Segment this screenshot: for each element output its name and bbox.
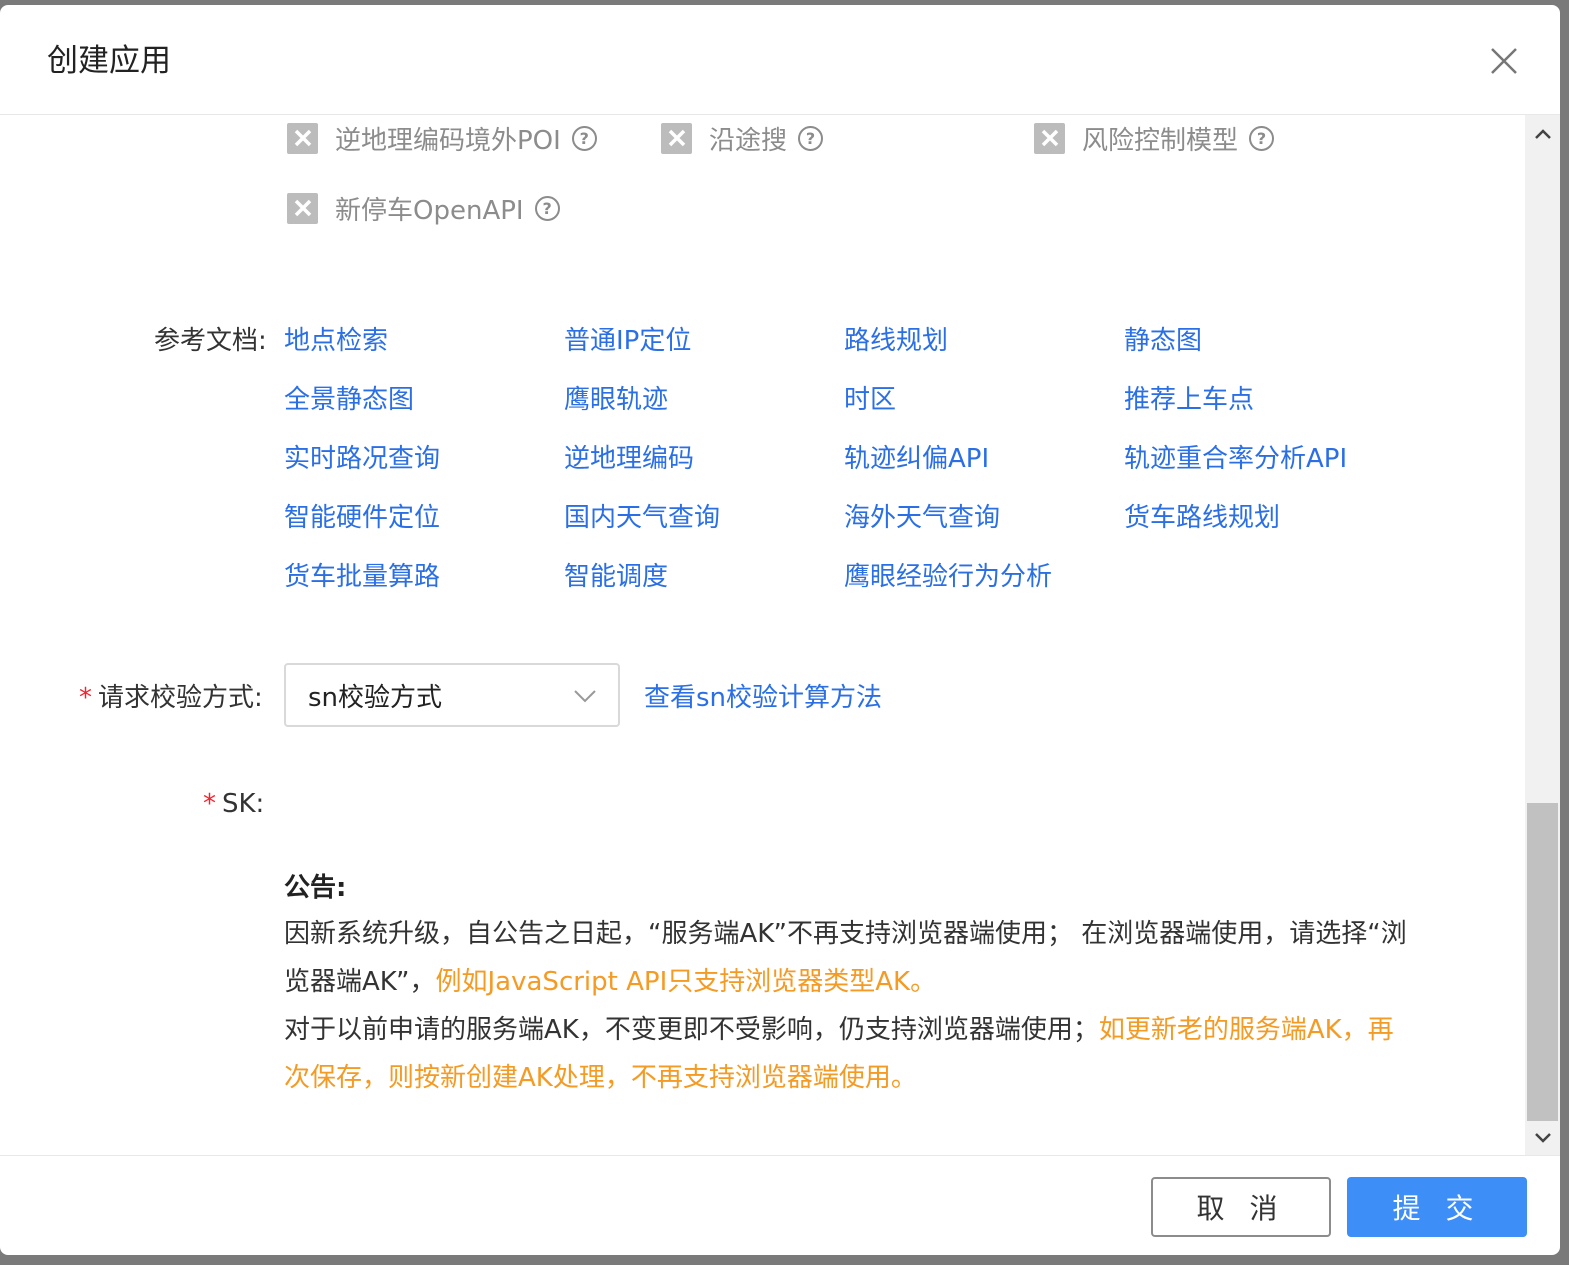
disabled-checkbox-icon [287,192,318,224]
doc-link[interactable]: 货车批量算路 [284,556,440,593]
doc-link[interactable]: 路线规划 [844,320,948,357]
doc-link[interactable]: 轨迹纠偏API [844,438,989,475]
chevron-down-icon [572,683,598,713]
notice-title: 公告: [284,873,347,903]
doc-link[interactable]: 全景静态图 [284,379,414,416]
doc-link[interactable]: 普通IP定位 [564,320,691,357]
doc-link[interactable]: 地点检索 [284,320,388,357]
service-checkbox: 风险控制模型 ? [1034,121,1275,156]
disabled-checkbox-icon [1034,122,1065,154]
doc-link[interactable]: 鹰眼经验行为分析 [844,556,1052,593]
verify-method-label: * 请求校验方式: [79,677,263,714]
service-label: 风险控制模型 [1082,125,1239,156]
service-checkbox: 新停车OpenAPI ? [287,191,560,226]
help-icon[interactable]: ? [534,195,560,221]
dialog-title: 创建应用 [47,43,171,79]
close-icon[interactable] [1486,43,1522,79]
cancel-button[interactable]: 取 消 [1151,1177,1331,1237]
service-label: 逆地理编码境外POI [335,125,561,156]
doc-link[interactable]: 静态图 [1124,320,1202,357]
dialog-header: 创建应用 [0,5,1560,115]
doc-link[interactable]: 时区 [844,379,896,416]
doc-link[interactable]: 国内天气查询 [564,497,720,534]
doc-link[interactable]: 轨迹重合率分析API [1124,438,1347,475]
disabled-checkbox-icon [661,122,692,154]
verify-method-value: sn校验方式 [308,682,443,713]
doc-link[interactable]: 鹰眼轨迹 [564,379,668,416]
notice-p2: 对于以前申请的服务端AK，不变更即不受影响，仍支持浏览器端使用； [284,1015,1099,1045]
doc-link[interactable]: 智能硬件定位 [284,497,440,534]
service-label: 新停车OpenAPI [335,195,524,226]
doc-link[interactable]: 货车路线规划 [1124,497,1280,534]
scroll-up-icon[interactable] [1525,119,1560,149]
dialog-body: 逆地理编码境外POI ? 沿途搜 ? 风险控制模型 ? 新停车OpenAPI ?… [0,115,1525,1155]
notice-p1-highlight: 例如JavaScript API只支持浏览器类型AK。 [435,967,937,997]
scrollbar[interactable] [1525,115,1560,1155]
sk-label-text: SK: [222,789,265,819]
sk-label: * SK: [203,789,264,819]
notice-content: 因新系统升级，自公告之日起，“服务端AK”不再支持浏览器端使用； 在浏览器端使用… [284,910,1409,1102]
required-mark: * [203,789,216,819]
sn-method-link[interactable]: 查看sn校验计算方法 [644,677,882,714]
service-label: 沿途搜 [709,125,788,156]
docs-label: 参考文档: [154,326,267,356]
service-checkbox: 逆地理编码境外POI ? [287,121,597,156]
required-mark: * [79,683,92,713]
dialog-footer: 取 消 提 交 [0,1155,1560,1255]
help-icon[interactable]: ? [571,125,597,151]
doc-link[interactable]: 海外天气查询 [844,497,1000,534]
create-app-dialog: 创建应用 逆地理编码境外POI ? 沿途搜 ? 风险控制模型 ? 新停车Open… [0,5,1560,1255]
disabled-checkbox-icon [287,122,318,154]
help-icon[interactable]: ? [1249,125,1275,151]
verify-method-text: 请求校验方式: [98,683,263,713]
scroll-down-icon[interactable] [1525,1123,1560,1153]
service-checkbox: 沿途搜 ? [661,121,824,156]
doc-link[interactable]: 实时路况查询 [284,438,440,475]
submit-button[interactable]: 提 交 [1347,1177,1527,1237]
verify-method-select[interactable]: sn校验方式 [284,663,620,727]
help-icon[interactable]: ? [798,125,824,151]
scrollbar-thumb[interactable] [1527,803,1558,1121]
doc-link[interactable]: 智能调度 [564,556,668,593]
doc-link[interactable]: 逆地理编码 [564,438,694,475]
doc-link[interactable]: 推荐上车点 [1124,379,1254,416]
